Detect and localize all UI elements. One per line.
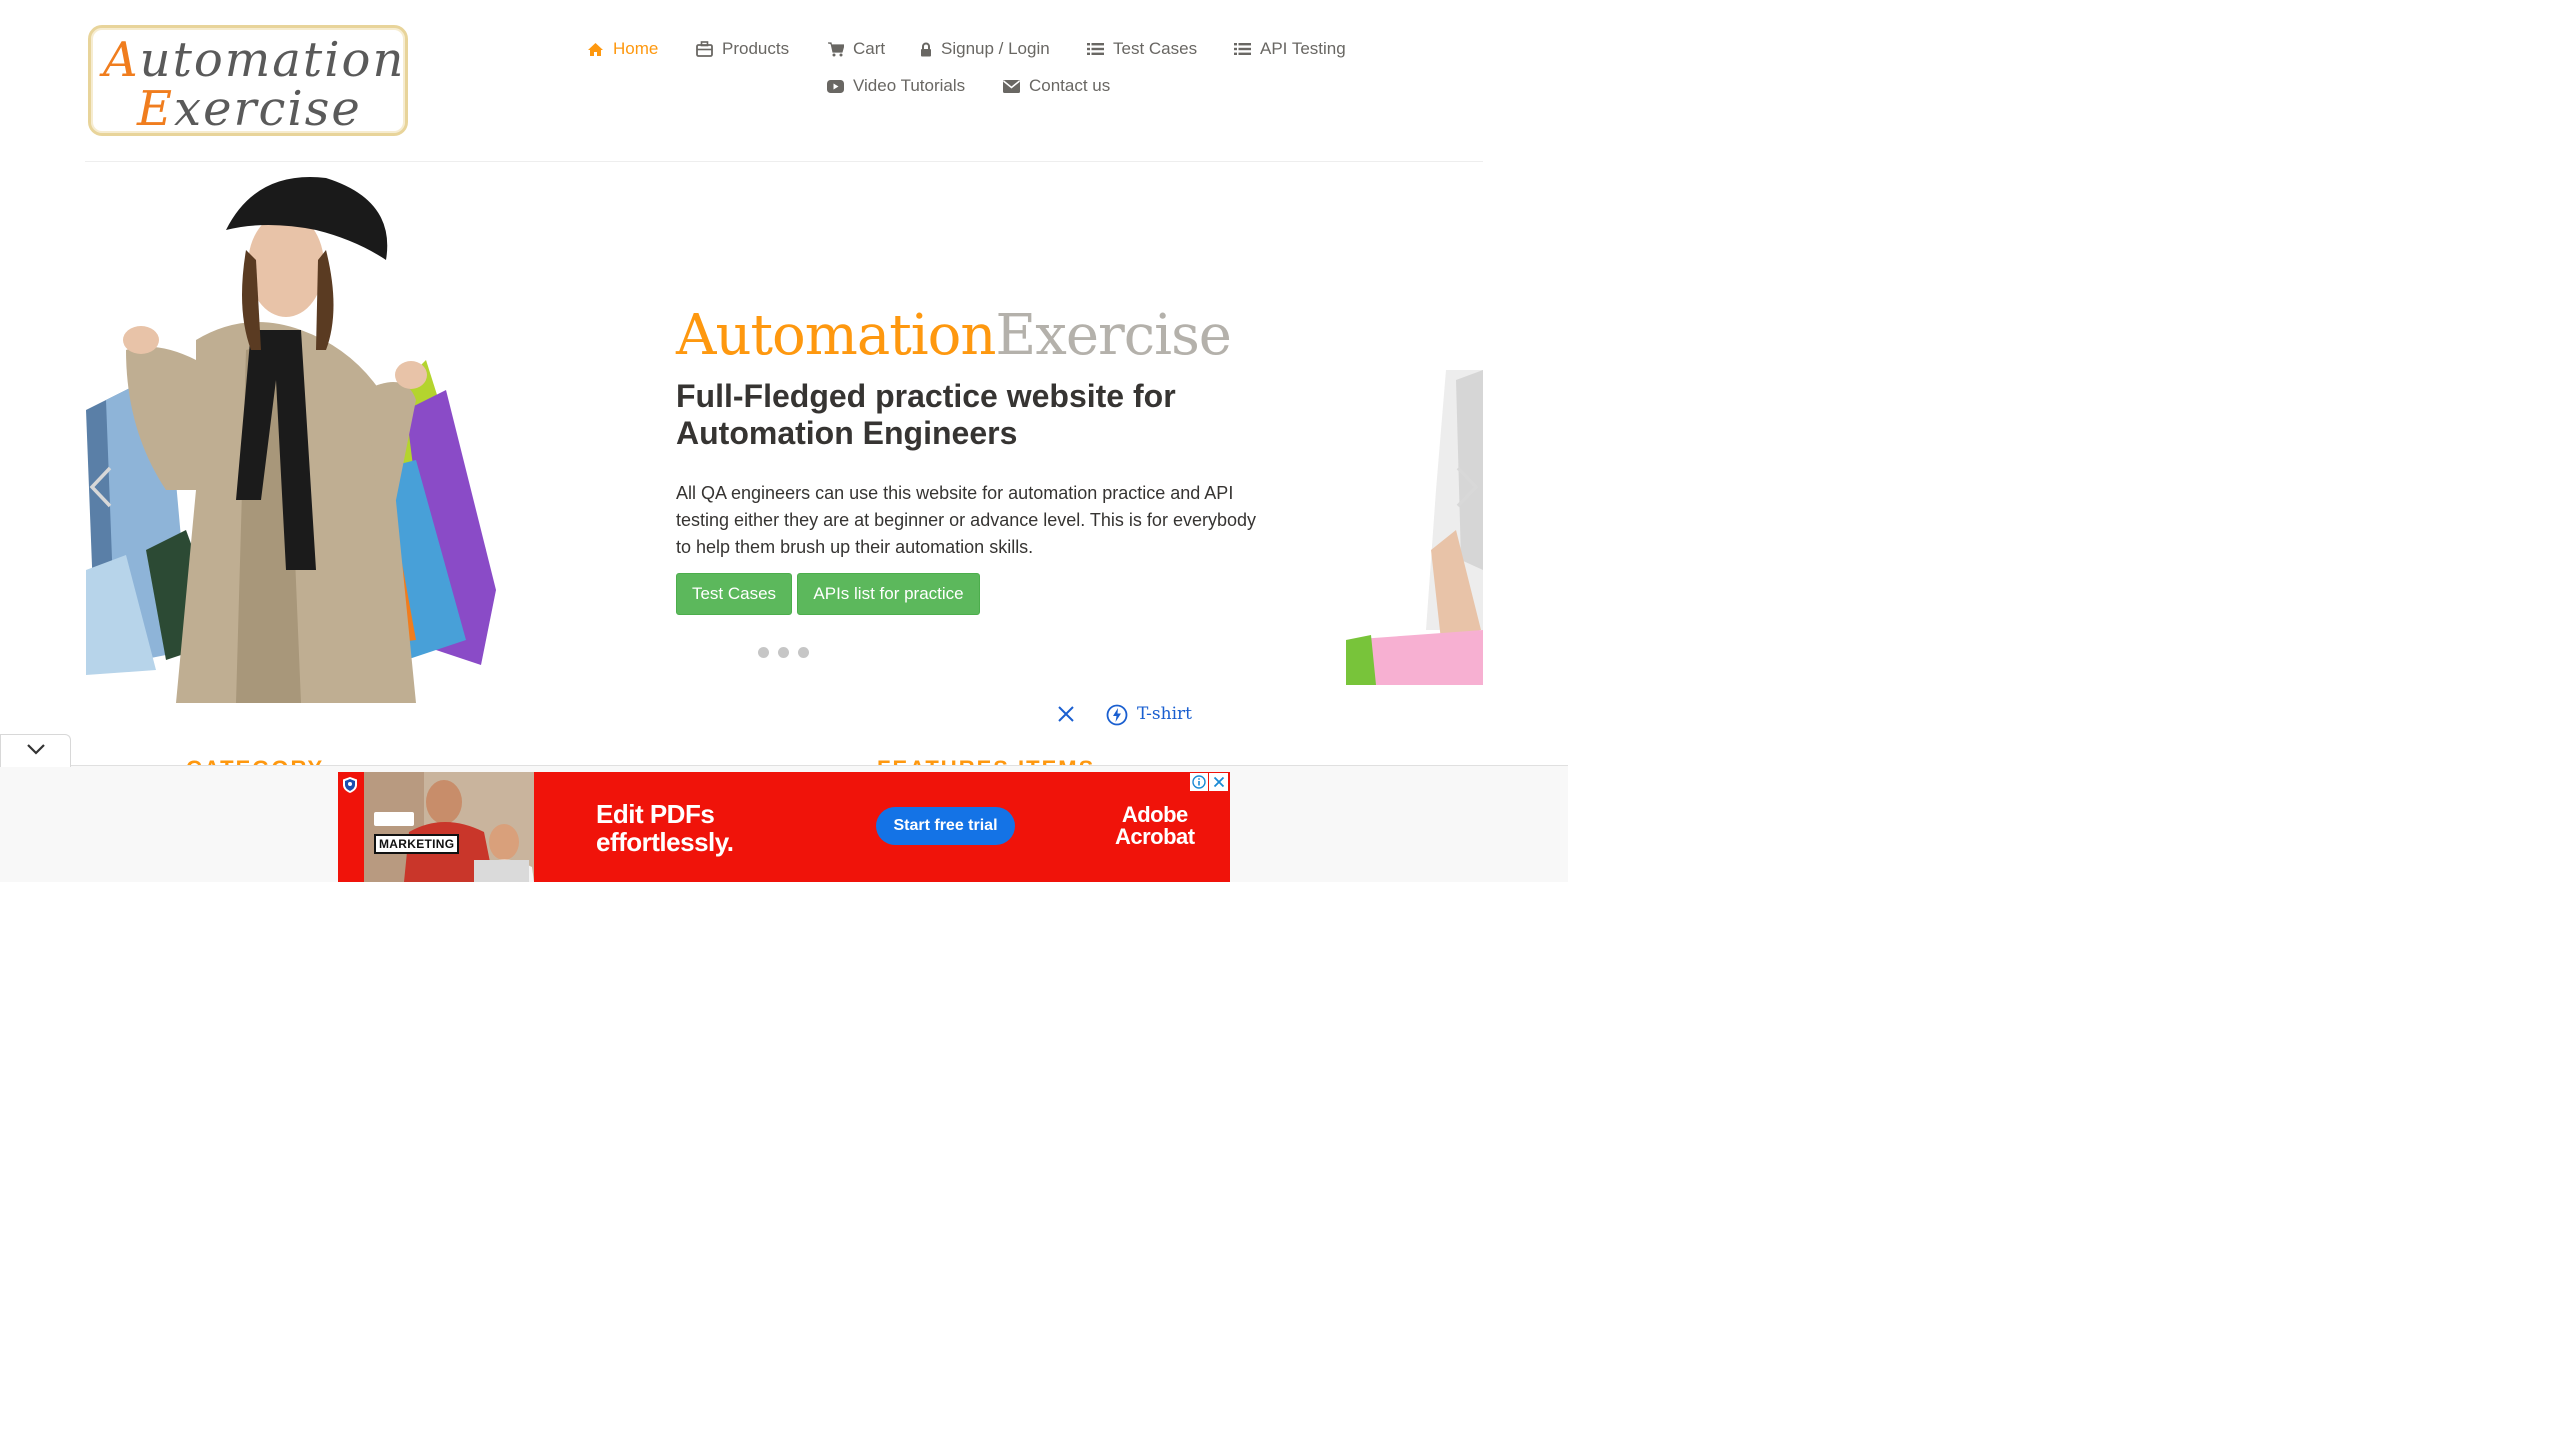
ad-start-free-trial-button[interactable]: Start free trial	[876, 807, 1015, 845]
list-icon	[1087, 42, 1104, 56]
brand-part-automation: Automation	[676, 303, 996, 368]
apis-list-button[interactable]: APIs list for practice	[797, 573, 980, 615]
nav-contact-us-label: Contact us	[1029, 76, 1111, 95]
logo-letter-a: A	[103, 32, 140, 88]
nav-products-label: Products	[722, 39, 790, 58]
nav-video-tutorials[interactable]: Video Tutorials	[827, 76, 965, 96]
slider-next-arrow[interactable]	[1455, 466, 1479, 513]
shopping-cart-icon	[828, 41, 844, 57]
slider-description: All QA engineers can use this website fo…	[676, 483, 1256, 557]
list-icon	[1234, 42, 1251, 56]
slider-image-girl-with-bags	[86, 170, 509, 703]
ad-brand-line2: Acrobat	[1115, 824, 1195, 849]
envelope-icon	[1003, 79, 1020, 93]
slider-dot-3[interactable]	[798, 647, 809, 658]
info-icon[interactable]	[1190, 773, 1208, 791]
nav-api-testing-label: API Testing	[1260, 39, 1346, 58]
ad-collapse-toggle[interactable]	[0, 734, 71, 767]
logo-letter-e: E	[137, 81, 175, 137]
slider-dot-2[interactable]	[778, 647, 789, 658]
youtube-play-icon	[827, 79, 844, 93]
lightning-circle-icon	[1106, 704, 1128, 731]
nav-signup-login[interactable]: Signup / Login	[920, 39, 1050, 59]
ad-close-icon[interactable]	[1209, 773, 1228, 791]
nav-contact-us[interactable]: Contact us	[1003, 76, 1110, 96]
ad-photo	[364, 772, 534, 882]
nav-home[interactable]: Home	[587, 39, 658, 59]
ad-headline: Edit PDFs effortlessly.	[596, 800, 734, 856]
slider-indicators	[758, 647, 809, 658]
briefcase-icon	[696, 41, 713, 57]
nav-signup-login-label: Signup / Login	[941, 39, 1050, 58]
nav-test-cases[interactable]: Test Cases	[1087, 39, 1197, 59]
ad-brand-line1: Adobe	[1121, 802, 1188, 827]
slider-title: Full-Fledged practice website for Automa…	[676, 378, 1176, 451]
shield-icon	[342, 776, 358, 799]
adobe-acrobat-ad[interactable]: MARKETING Edit PDFs effortlessly. Start …	[338, 772, 1230, 882]
header-divider	[85, 161, 1483, 162]
brand-part-exercise: Exercise	[995, 303, 1232, 368]
slider-dot-1[interactable]	[758, 647, 769, 658]
nav-api-testing[interactable]: API Testing	[1234, 39, 1346, 59]
search-suggestion-tshirt[interactable]: T-shirt	[1137, 704, 1192, 724]
slider-prev-arrow[interactable]	[89, 466, 113, 513]
nav-products[interactable]: Products	[696, 39, 789, 59]
nav-test-cases-label: Test Cases	[1113, 39, 1198, 58]
logo-word-exercise: xercise	[174, 81, 362, 137]
chevron-down-icon	[26, 742, 46, 760]
lock-icon	[920, 42, 932, 57]
ad-headline-line2: effortlessly.	[596, 827, 734, 857]
logo-word-automation: utomation	[139, 32, 406, 88]
nav-cart[interactable]: Cart	[828, 39, 885, 59]
slider-brand-heading: AutomationExercise	[676, 303, 1232, 368]
test-cases-button[interactable]: Test Cases	[676, 573, 792, 615]
ad-marketing-tag: MARKETING	[374, 834, 460, 854]
site-logo[interactable]: Automation Exercise	[88, 25, 408, 136]
slider-image-next-preview	[1346, 370, 1483, 685]
close-icon[interactable]	[1057, 705, 1075, 728]
nav-cart-label: Cart	[853, 39, 886, 58]
home-icon	[587, 42, 604, 57]
ad-brand: Adobe Acrobat	[1115, 804, 1195, 848]
nav-video-tutorials-label: Video Tutorials	[853, 76, 966, 95]
ad-headline-line1: Edit PDFs	[596, 799, 715, 829]
nav-home-label: Home	[613, 39, 659, 58]
